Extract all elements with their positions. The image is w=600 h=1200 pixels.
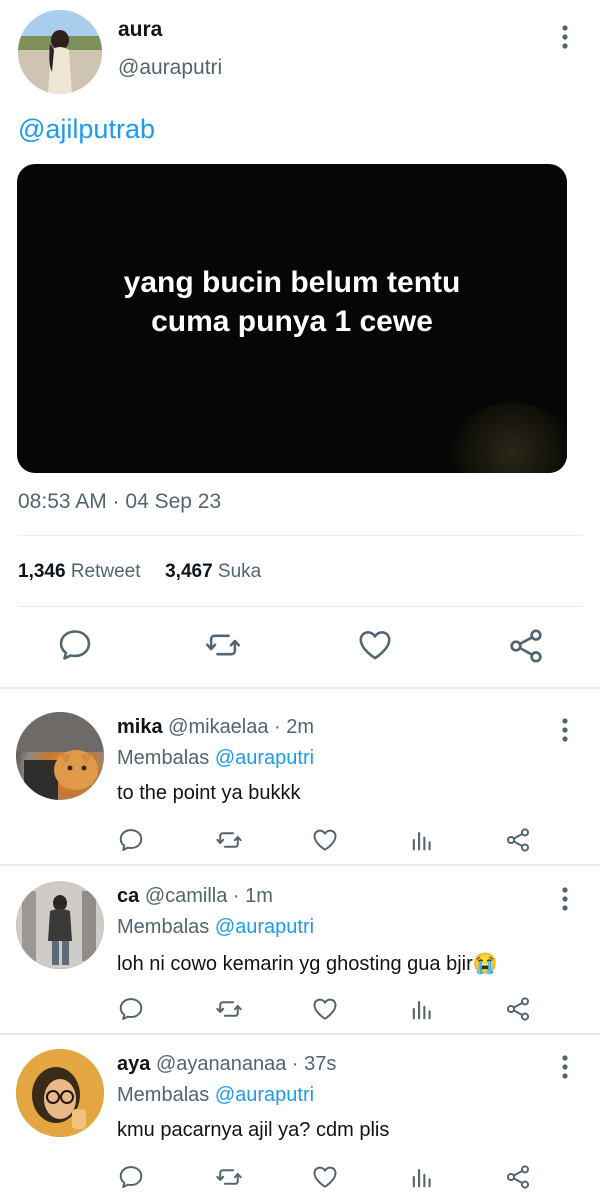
- replying-prefix: Membalas: [117, 916, 210, 938]
- reply-action-bar: [0, 995, 600, 1023]
- reply-author-name[interactable]: mika: [117, 716, 163, 738]
- reply-action-bar: [0, 826, 600, 854]
- more-options-icon[interactable]: [553, 886, 577, 912]
- share-icon[interactable]: [503, 1163, 533, 1191]
- tweet-action-bar: [0, 626, 600, 670]
- like-label[interactable]: Suka: [218, 561, 261, 582]
- share-icon[interactable]: [506, 626, 546, 666]
- retweet-icon[interactable]: [214, 826, 244, 854]
- more-options-icon[interactable]: [553, 24, 577, 50]
- media-caption: yang bucin belum tentu cuma punya 1 cewe: [17, 263, 567, 341]
- heart-icon[interactable]: [310, 995, 340, 1023]
- replying-to-link[interactable]: @auraputri: [215, 1084, 314, 1106]
- heart-icon[interactable]: [355, 626, 395, 664]
- reply-text: to the point ya bukkk: [117, 782, 301, 804]
- replying-to: Membalas @auraputri: [117, 916, 314, 939]
- retweet-label[interactable]: Retweet: [71, 561, 141, 582]
- avatar[interactable]: [16, 881, 104, 969]
- replying-prefix: Membalas: [117, 747, 210, 769]
- reply-tweet[interactable]: mika @mikaelaa · 2m Membalas @auraputri …: [0, 690, 600, 858]
- heart-icon[interactable]: [310, 1163, 340, 1191]
- more-options-icon[interactable]: [553, 717, 577, 743]
- tweet-media[interactable]: yang bucin belum tentu cuma punya 1 cewe: [17, 164, 567, 473]
- more-options-icon[interactable]: [553, 1054, 577, 1080]
- replying-to: Membalas @auraputri: [117, 1084, 314, 1107]
- reply-text: kmu pacarnya ajil ya? cdm plis: [117, 1119, 390, 1141]
- reply-icon[interactable]: [56, 626, 94, 664]
- avatar[interactable]: [16, 1049, 104, 1137]
- reply-author-meta[interactable]: @ayanananaa · 37s: [156, 1053, 336, 1075]
- analytics-icon[interactable]: [407, 826, 437, 854]
- share-icon[interactable]: [503, 826, 533, 854]
- reply-tweet[interactable]: aya @ayanananaa · 37s Membalas @auraputr…: [0, 1027, 600, 1195]
- media-caption-line: yang bucin belum tentu: [123, 266, 461, 299]
- retweet-icon[interactable]: [214, 995, 244, 1023]
- retweet-icon[interactable]: [203, 626, 243, 664]
- replying-to-link[interactable]: @auraputri: [215, 916, 314, 938]
- reply-action-bar: [0, 1163, 600, 1191]
- share-icon[interactable]: [503, 995, 533, 1023]
- reply-author-name[interactable]: aya: [117, 1053, 150, 1075]
- replying-to-link[interactable]: @auraputri: [215, 747, 314, 769]
- retweet-icon[interactable]: [214, 1163, 244, 1191]
- mention-link[interactable]: @ajilputrab: [18, 114, 155, 145]
- media-background-glow: [447, 403, 567, 473]
- reply-icon[interactable]: [116, 995, 146, 1023]
- avatar[interactable]: [18, 10, 102, 94]
- divider: [18, 535, 583, 536]
- reply-icon[interactable]: [116, 1163, 146, 1191]
- author-handle[interactable]: @auraputri: [118, 56, 222, 80]
- divider: [18, 606, 583, 607]
- retweet-count[interactable]: 1,346: [18, 561, 66, 582]
- divider: [0, 687, 600, 689]
- tweet-timestamp[interactable]: 08:53 AM · 04 Sep 23: [18, 490, 221, 514]
- author-name[interactable]: aura: [118, 18, 162, 42]
- heart-icon[interactable]: [310, 826, 340, 854]
- media-caption-line: cuma punya 1 cewe: [151, 305, 433, 338]
- reply-header: ca @camilla · 1m: [117, 885, 273, 908]
- reply-header: mika @mikaelaa · 2m: [117, 716, 314, 739]
- avatar[interactable]: [16, 712, 104, 800]
- reply-author-meta[interactable]: @camilla · 1m: [145, 885, 273, 907]
- reply-author-meta[interactable]: @mikaelaa · 2m: [168, 716, 314, 738]
- like-count[interactable]: 3,467: [165, 561, 213, 582]
- analytics-icon[interactable]: [407, 1163, 437, 1191]
- reply-header: aya @ayanananaa · 37s: [117, 1053, 336, 1076]
- replying-to: Membalas @auraputri: [117, 747, 314, 770]
- tweet-stats: 1,346 Retweet 3,467 Suka: [18, 561, 261, 583]
- replying-prefix: Membalas: [117, 1084, 210, 1106]
- reply-icon[interactable]: [116, 826, 146, 854]
- reply-author-name[interactable]: ca: [117, 885, 139, 907]
- analytics-icon[interactable]: [407, 995, 437, 1023]
- reply-text: loh ni cowo kemarin yg ghosting gua bjir…: [117, 953, 498, 975]
- reply-tweet[interactable]: ca @camilla · 1m Membalas @auraputri loh…: [0, 859, 600, 1027]
